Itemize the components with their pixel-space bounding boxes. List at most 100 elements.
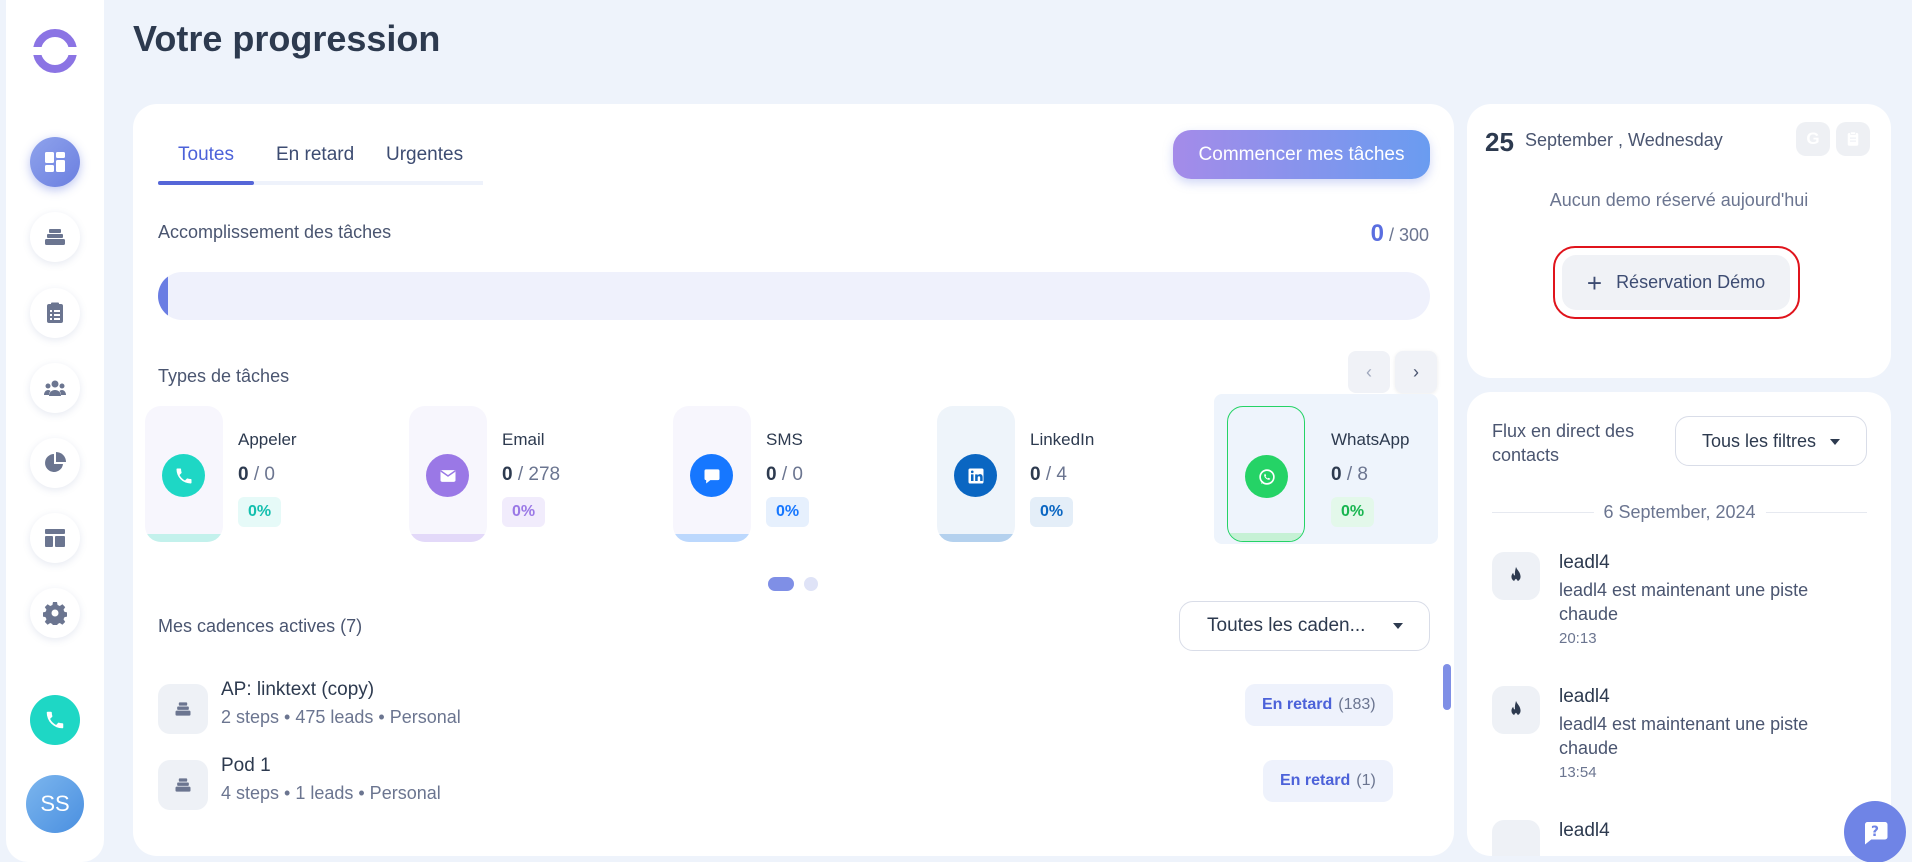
plus-icon: + xyxy=(1586,267,1603,298)
task-type-pill xyxy=(409,406,487,542)
calendar-date-text: September , Wednesday xyxy=(1525,130,1723,150)
feed-lead-name: leadl4 xyxy=(1559,552,1610,573)
demo-calendar-card: 25 September , Wednesday G Aucun demo ré… xyxy=(1467,104,1891,378)
task-type-sms[interactable]: SMS 0 / 0 0% xyxy=(661,394,891,544)
book-demo-label: Réservation Démo xyxy=(1616,272,1766,292)
feed-lead-name: leadl4 xyxy=(1559,686,1610,707)
task-type-count: 0 / 8 xyxy=(1331,464,1368,485)
task-type-pill xyxy=(145,406,223,542)
nav-cadences[interactable] xyxy=(30,212,80,262)
completion-progress-fill xyxy=(158,272,169,320)
task-type-name: Email xyxy=(502,430,545,449)
phone-icon xyxy=(162,454,205,497)
calendar-clipboard-button[interactable] xyxy=(1836,122,1870,156)
task-types-label: Types de tâches xyxy=(158,366,290,386)
carousel-dot-active[interactable] xyxy=(768,577,794,591)
tab-toutes[interactable]: Toutes xyxy=(178,144,234,166)
user-avatar[interactable]: SS xyxy=(26,775,84,833)
chevron-right-icon: › xyxy=(1413,361,1419,382)
tasks-card: Toutes En retard Urgentes Commencer mes … xyxy=(133,104,1454,856)
cadence-row[interactable]: Pod 1 4 steps • 1 leads • Personal En re… xyxy=(158,755,1430,811)
phone-icon xyxy=(46,711,64,729)
cadence-name: Pod 1 xyxy=(221,755,271,776)
help-question-icon: ? xyxy=(1865,822,1888,845)
cadences-filter-select[interactable]: Toutes les caden... xyxy=(1179,601,1430,651)
task-type-whatsapp[interactable]: WhatsApp 0 / 8 0% xyxy=(1214,394,1438,544)
tab-en-retard[interactable]: En retard xyxy=(276,144,354,166)
task-type-percent: 0% xyxy=(502,497,546,527)
cadences-icon xyxy=(45,229,65,245)
cadences-scrollbar[interactable] xyxy=(1443,664,1451,710)
task-type-percent: 0% xyxy=(1331,497,1375,527)
task-type-name: Appeler xyxy=(238,430,297,449)
nav-dashboard[interactable] xyxy=(30,137,80,187)
tab-urgentes[interactable]: Urgentes xyxy=(386,144,463,166)
active-tab-indicator xyxy=(158,181,254,185)
feed-lead-name: leadl4 xyxy=(1559,820,1610,841)
nav-tasks[interactable] xyxy=(30,288,80,338)
nav-templates[interactable] xyxy=(30,513,80,563)
chat-bubble-icon xyxy=(690,454,733,497)
task-types-prev-button[interactable]: ‹ xyxy=(1348,351,1390,393)
task-tabs: Toutes En retard Urgentes xyxy=(158,140,483,185)
nav-contacts[interactable] xyxy=(30,363,80,413)
help-chat-button[interactable]: ? xyxy=(1844,801,1906,862)
task-type-appeler[interactable]: Appeler 0 / 0 0% xyxy=(133,394,363,544)
google-calendar-button[interactable]: G xyxy=(1796,122,1830,156)
clipboard-icon xyxy=(1847,131,1859,146)
active-cadences-label: Mes cadences actives (7) xyxy=(158,616,363,636)
completion-done: 0 xyxy=(1370,220,1384,247)
nav-settings[interactable] xyxy=(30,588,80,638)
feed-time: 20:13 xyxy=(1559,630,1597,647)
page-title: Votre progression xyxy=(133,18,441,59)
live-feed-card: Flux en direct des contacts Tous les fil… xyxy=(1467,392,1891,856)
settings-gear-icon xyxy=(43,602,67,625)
completion-label: Accomplissement des tâches xyxy=(158,222,392,242)
cadence-row[interactable]: AP: linktext (copy) 2 steps • 475 leads … xyxy=(158,679,1430,735)
caret-down-icon xyxy=(1393,623,1403,629)
task-type-percent: 0% xyxy=(766,497,810,527)
task-type-count: 0 / 0 xyxy=(238,464,275,485)
nav-analytics[interactable] xyxy=(30,438,80,488)
cadence-name: AP: linktext (copy) xyxy=(221,679,375,700)
task-type-bar xyxy=(1228,533,1304,541)
task-type-name: SMS xyxy=(766,430,803,449)
task-type-linkedin[interactable]: LinkedIn 0 / 4 0% xyxy=(925,394,1155,544)
cadence-late-badge[interactable]: En retard (183) xyxy=(1245,684,1393,726)
phone-button[interactable] xyxy=(30,695,80,745)
book-demo-button[interactable]: + Réservation Démo xyxy=(1562,255,1790,310)
completion-counter: 0 / 300 xyxy=(1371,220,1429,248)
task-type-name: LinkedIn xyxy=(1030,430,1095,449)
flame-icon xyxy=(1492,686,1540,734)
feed-message: leadl4 est maintenant une piste chaude xyxy=(1559,714,1809,758)
carousel-dot[interactable] xyxy=(804,577,818,591)
cadence-meta: 2 steps • 475 leads • Personal xyxy=(221,707,461,727)
task-types-next-button[interactable]: › xyxy=(1395,351,1437,393)
task-type-bar xyxy=(145,534,223,542)
feed-filter-value: Tous les filtres xyxy=(1702,430,1817,451)
task-type-name: WhatsApp xyxy=(1331,430,1410,449)
feed-filter-select[interactable]: Tous les filtres xyxy=(1675,416,1867,466)
cadence-stack-icon xyxy=(158,760,208,810)
tasks-clipboard-icon xyxy=(47,302,63,323)
start-tasks-button[interactable]: Commencer mes tâches xyxy=(1173,130,1430,179)
cadence-stack-icon xyxy=(158,684,208,734)
caret-down-icon xyxy=(1830,439,1840,445)
task-type-pill xyxy=(1227,406,1305,542)
task-type-pill xyxy=(673,406,751,542)
envelope-icon xyxy=(426,454,469,497)
templates-layout-icon xyxy=(45,529,65,547)
task-type-count: 0 / 278 xyxy=(502,464,561,485)
task-type-count: 0 / 0 xyxy=(766,464,803,485)
svg-text:?: ? xyxy=(1871,824,1879,840)
task-type-email[interactable]: Email 0 / 278 0% xyxy=(397,394,627,544)
calendar-day-number: 25 xyxy=(1485,127,1514,157)
completion-progress-bar xyxy=(158,272,1430,320)
task-type-percent: 0% xyxy=(238,497,282,527)
whatsapp-icon xyxy=(1245,455,1288,498)
analytics-pie-icon xyxy=(45,452,66,472)
app-logo[interactable] xyxy=(30,26,80,76)
feed-date: 6 September, 2024 xyxy=(1593,502,1766,523)
task-type-count: 0 / 4 xyxy=(1030,464,1067,485)
cadence-late-badge[interactable]: En retard (1) xyxy=(1263,760,1393,802)
